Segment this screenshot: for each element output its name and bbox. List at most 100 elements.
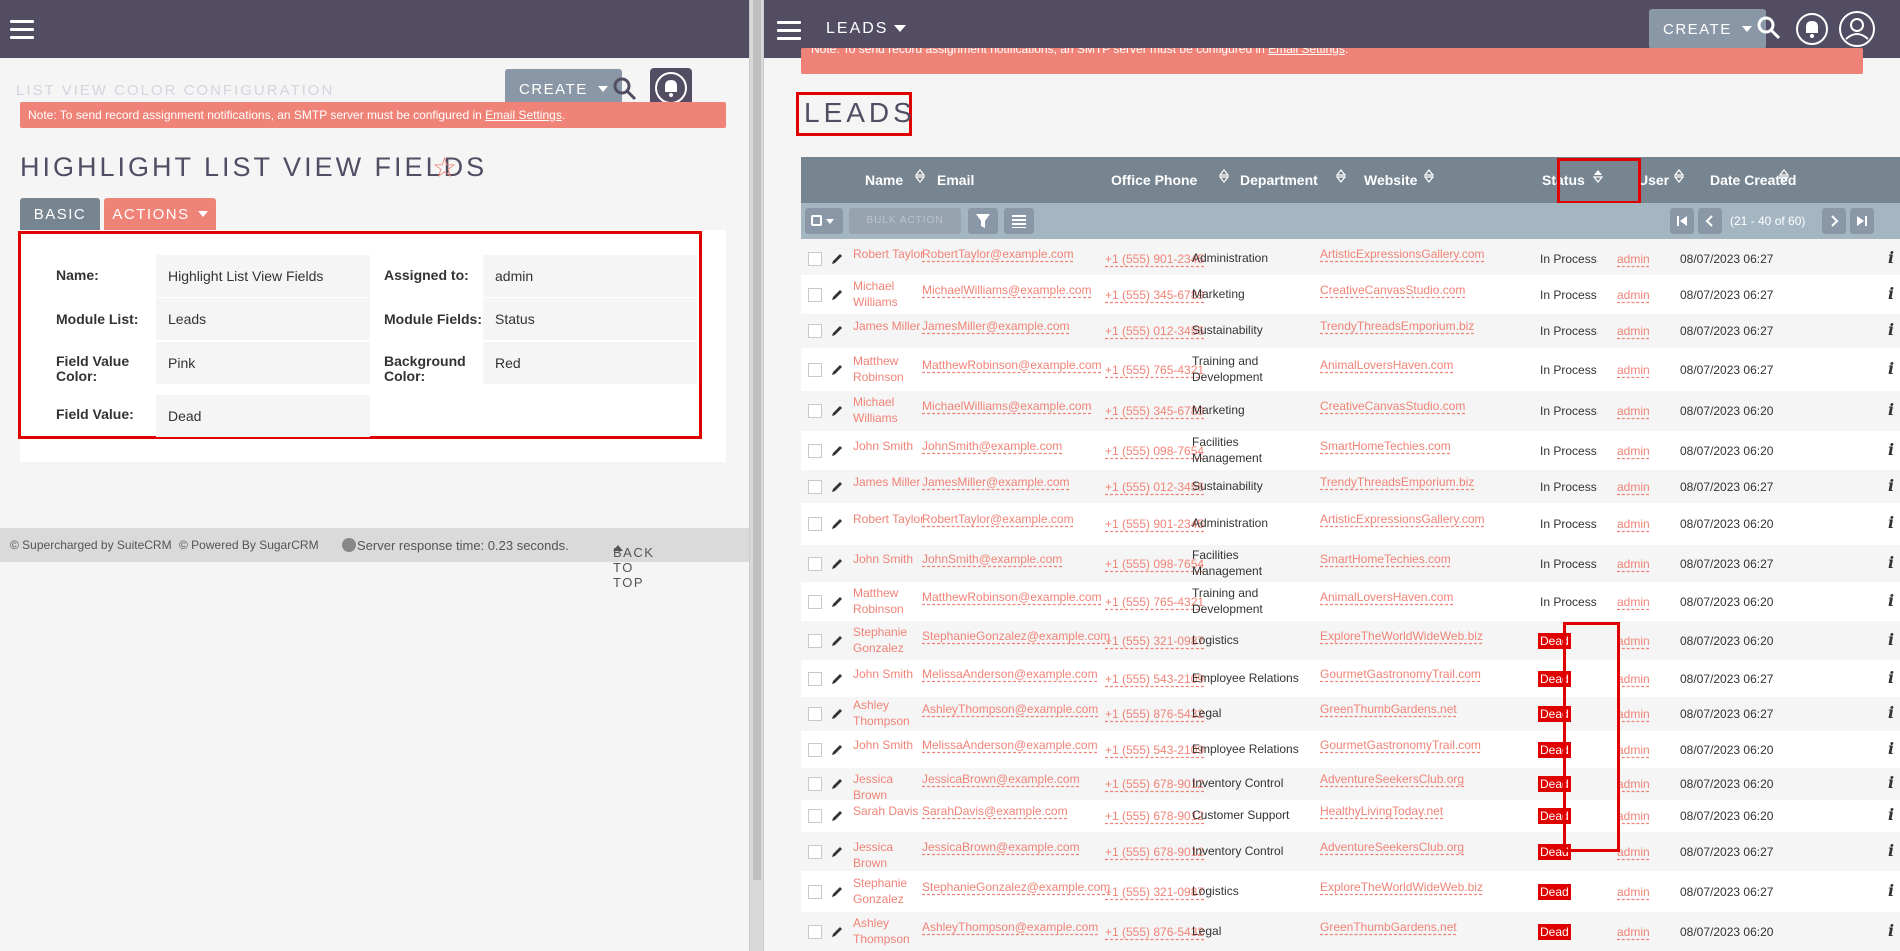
edit-pencil-icon[interactable] xyxy=(830,444,844,458)
col-email[interactable]: Email xyxy=(937,172,974,188)
lead-name-link[interactable]: Matthew Robinson xyxy=(853,585,927,617)
lead-phone-link[interactable]: +1 (555) 876-5432 xyxy=(1105,924,1204,940)
sort-icon[interactable] xyxy=(1674,169,1684,183)
lead-user-link[interactable]: admin xyxy=(1617,776,1650,792)
lead-user-link[interactable]: admin xyxy=(1617,556,1650,572)
lead-phone-link[interactable]: +1 (555) 765-4321 xyxy=(1105,362,1204,378)
select-all-dropdown[interactable] xyxy=(805,208,843,234)
lead-user-link[interactable]: admin xyxy=(1617,671,1650,687)
row-checkbox[interactable] xyxy=(808,556,822,571)
lead-email-link[interactable]: MelissaAnderson@example.com xyxy=(922,666,1098,682)
scrollbar-thumb[interactable] xyxy=(753,0,761,880)
lead-website-link[interactable]: AnimalLoversHaven.com xyxy=(1320,357,1453,373)
lead-phone-link[interactable]: +1 (555) 345-6789 xyxy=(1105,287,1204,303)
row-checkbox[interactable] xyxy=(808,517,822,531)
lead-name-link[interactable]: James Miller xyxy=(853,474,927,490)
edit-pencil-icon[interactable] xyxy=(830,288,844,302)
row-checkbox[interactable] xyxy=(808,809,822,823)
next-page-button[interactable] xyxy=(1822,208,1846,234)
lead-name-link[interactable]: Robert Taylor xyxy=(853,511,927,527)
info-icon[interactable]: i xyxy=(1888,775,1894,791)
lead-email-link[interactable]: JohnSmith@example.com xyxy=(922,551,1062,567)
edit-pencil-icon[interactable] xyxy=(830,404,844,418)
lead-email-link[interactable]: RobertTaylor@example.com xyxy=(922,246,1074,262)
sort-icon[interactable] xyxy=(1336,169,1346,183)
edit-pencil-icon[interactable] xyxy=(830,743,844,757)
info-icon[interactable]: i xyxy=(1888,402,1894,418)
lead-user-link[interactable]: admin xyxy=(1617,516,1650,532)
row-checkbox[interactable] xyxy=(808,362,822,377)
row-checkbox[interactable] xyxy=(808,594,822,609)
lead-name-link[interactable]: John Smith xyxy=(853,551,927,567)
edit-pencil-icon[interactable] xyxy=(830,480,844,494)
col-office-phone[interactable]: Office Phone xyxy=(1111,172,1197,188)
lead-user-link[interactable]: admin xyxy=(1617,362,1650,378)
lead-email-link[interactable]: MatthewRobinson@example.com xyxy=(922,589,1102,605)
lead-website-link[interactable]: HealthyLivingToday.net xyxy=(1320,803,1443,819)
lead-user-link[interactable]: admin xyxy=(1617,594,1650,610)
edit-pencil-icon[interactable] xyxy=(830,707,844,721)
row-checkbox[interactable] xyxy=(808,479,822,494)
lead-name-link[interactable]: Michael Williams xyxy=(853,394,927,426)
edit-pencil-icon[interactable] xyxy=(830,777,844,791)
lead-user-link[interactable]: admin xyxy=(1617,403,1650,419)
lead-name-link[interactable]: John Smith xyxy=(853,438,927,454)
edit-pencil-icon[interactable] xyxy=(830,634,844,648)
sort-icon[interactable] xyxy=(1219,169,1229,183)
row-checkbox[interactable] xyxy=(808,324,822,338)
lead-phone-link[interactable]: +1 (555) 765-4321 xyxy=(1105,594,1204,610)
lead-phone-link[interactable]: +1 (555) 678-9012 xyxy=(1105,776,1204,792)
edit-pencil-icon[interactable] xyxy=(830,557,844,571)
lead-user-link[interactable]: admin xyxy=(1617,742,1650,758)
lead-email-link[interactable]: StephanieGonzalez@example.com xyxy=(922,879,1110,895)
lead-website-link[interactable]: AdventureSeekersClub.org xyxy=(1320,771,1464,787)
lead-user-link[interactable]: admin xyxy=(1617,924,1650,940)
lead-email-link[interactable]: JamesMiller@example.com xyxy=(922,474,1070,490)
row-checkbox[interactable] xyxy=(808,777,822,791)
lead-website-link[interactable]: AdventureSeekersClub.org xyxy=(1320,839,1464,855)
lead-website-link[interactable]: SmartHomeTechies.com xyxy=(1320,551,1451,567)
col-department[interactable]: Department xyxy=(1240,172,1318,188)
lead-website-link[interactable]: GourmetGastronomyTrail.com xyxy=(1320,737,1481,753)
info-icon[interactable]: i xyxy=(1888,740,1894,757)
edit-pencil-icon[interactable] xyxy=(830,517,844,531)
lead-name-link[interactable]: Michael Williams xyxy=(853,278,927,310)
info-icon[interactable]: i xyxy=(1888,669,1894,686)
lead-email-link[interactable]: RobertTaylor@example.com xyxy=(922,511,1074,527)
row-checkbox[interactable] xyxy=(808,884,822,899)
lead-user-link[interactable]: admin xyxy=(1617,323,1650,339)
sort-icon[interactable] xyxy=(1779,169,1789,183)
favorite-star-icon[interactable]: ☆ xyxy=(432,151,457,184)
lead-user-link[interactable]: admin xyxy=(1617,287,1650,303)
lead-email-link[interactable]: AshleyThompson@example.com xyxy=(922,919,1098,935)
lead-website-link[interactable]: TrendyThreadsEmporium.biz xyxy=(1320,474,1474,490)
row-checkbox[interactable] xyxy=(808,707,822,721)
lead-email-link[interactable]: MichaelWilliams@example.com xyxy=(922,398,1092,414)
info-icon[interactable]: i xyxy=(1888,592,1894,609)
lead-website-link[interactable]: SmartHomeTechies.com xyxy=(1320,438,1451,454)
edit-pencil-icon[interactable] xyxy=(830,809,844,823)
lead-website-link[interactable]: GourmetGastronomyTrail.com xyxy=(1320,666,1481,682)
edit-pencil-icon[interactable] xyxy=(830,324,844,338)
lead-name-link[interactable]: Matthew Robinson xyxy=(853,353,927,385)
column-chooser-button[interactable] xyxy=(1004,208,1034,234)
edit-pencil-icon[interactable] xyxy=(830,925,844,939)
lead-phone-link[interactable]: +1 (555) 321-0987 xyxy=(1105,633,1204,649)
create-button[interactable]: CREATE xyxy=(1649,9,1766,49)
lead-email-link[interactable]: MatthewRobinson@example.com xyxy=(922,357,1102,373)
row-checkbox[interactable] xyxy=(808,742,822,757)
info-icon[interactable]: i xyxy=(1888,249,1894,266)
row-checkbox[interactable] xyxy=(808,287,822,302)
lead-phone-link[interactable]: +1 (555) 098-7654 xyxy=(1105,443,1204,459)
lead-name-link[interactable]: Ashley Thompson xyxy=(853,915,927,947)
lead-name-link[interactable]: Ashley Thompson xyxy=(853,697,927,729)
info-icon[interactable]: i xyxy=(1888,477,1894,494)
lead-user-link[interactable]: admin xyxy=(1617,844,1650,860)
lead-website-link[interactable]: TrendyThreadsEmporium.biz xyxy=(1320,318,1474,334)
edit-pencil-icon[interactable] xyxy=(830,845,844,859)
lead-name-link[interactable]: Stephanie Gonzalez xyxy=(853,624,927,656)
info-icon[interactable]: i xyxy=(1888,285,1894,302)
lead-website-link[interactable]: ExploreTheWorldWideWeb.biz xyxy=(1320,628,1483,644)
edit-pencil-icon[interactable] xyxy=(830,672,844,686)
row-checkbox[interactable] xyxy=(808,924,822,939)
